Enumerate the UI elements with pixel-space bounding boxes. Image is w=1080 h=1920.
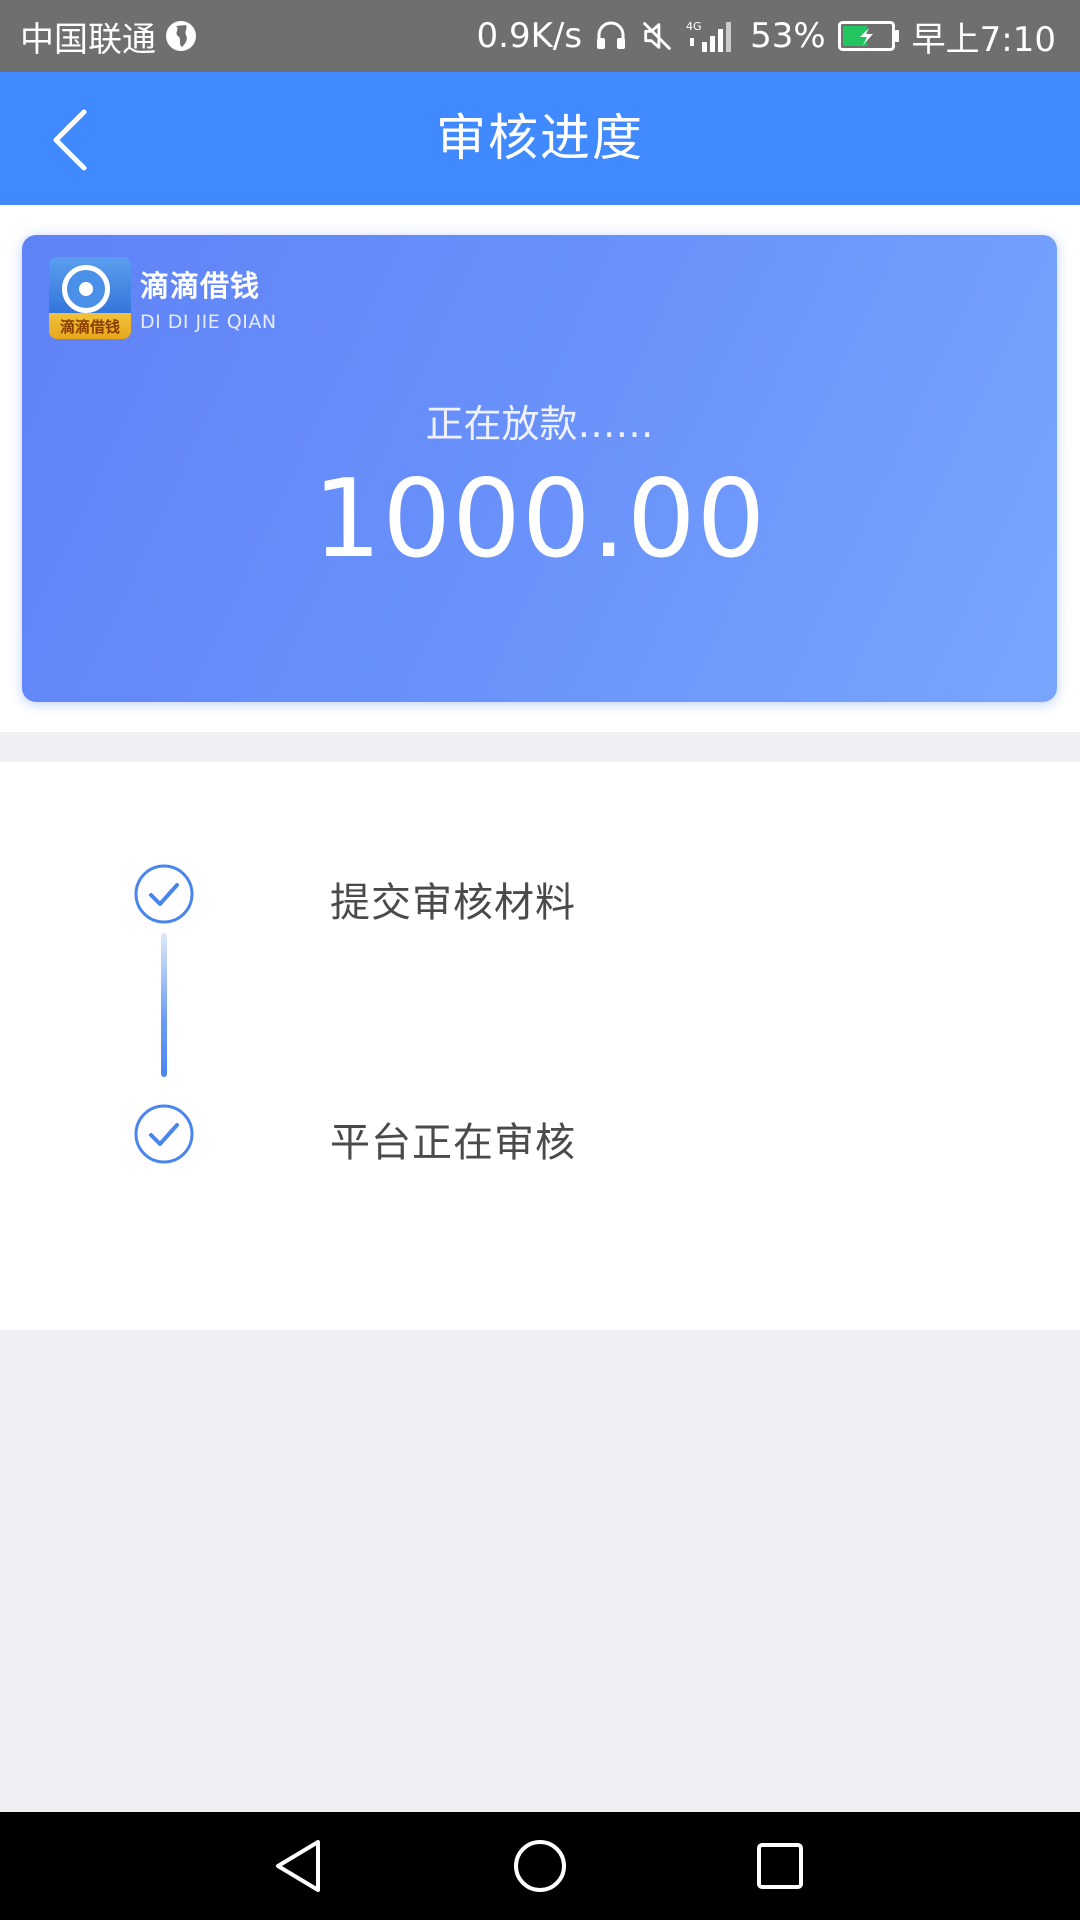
status-bar-right: 0.9K/s 4G 53% 早上7:10 [465, 0, 1056, 72]
brand-pinyin: DI DI JIE QIAN [140, 311, 277, 333]
loan-card: 滴滴借钱 滴滴借钱 DI DI JIE QIAN 正在放款…… 1000.00 [22, 235, 1057, 702]
battery-charging-icon [837, 21, 899, 51]
network-speed: 0.9K/s [476, 16, 583, 56]
nav-home-icon[interactable] [508, 1834, 572, 1898]
logo-ring-icon [62, 265, 110, 313]
back-button[interactable] [30, 100, 110, 180]
brand-name: 滴滴借钱 [140, 269, 261, 303]
title-bar: 审核进度 [0, 72, 1080, 205]
check-circle-icon [134, 1104, 194, 1164]
signal-4g-icon: 4G [686, 20, 732, 52]
status-bar: 中国联通 0.9K/s 4G 53% 早上7:10 [0, 0, 1080, 72]
brand-logo: 滴滴借钱 [49, 257, 131, 339]
headset-icon [597, 21, 626, 49]
nav-recent-icon[interactable] [748, 1834, 812, 1898]
carrier-name: 中国联通 [20, 19, 156, 60]
globe-icon [166, 21, 196, 51]
check-circle-icon [134, 864, 194, 924]
navigation-bar [0, 1812, 1080, 1920]
logo-text: 滴滴借钱 [59, 318, 120, 336]
svg-text:4G: 4G [686, 20, 702, 33]
loan-amount: 1000.00 [312, 457, 767, 582]
mute-icon [642, 21, 672, 51]
chevron-left-icon [53, 109, 87, 171]
review-progress: 提交审核材料 平台正在审核 [0, 762, 1080, 1330]
nav-back-icon[interactable] [268, 1834, 332, 1898]
battery-percent: 53% [750, 16, 826, 56]
step-label: 提交审核材料 [330, 880, 576, 926]
status-bar-left: 中国联通 [20, 0, 198, 72]
step-connector-line [161, 933, 167, 1077]
page-title: 审核进度 [436, 109, 644, 167]
loan-card-section: 滴滴借钱 滴滴借钱 DI DI JIE QIAN 正在放款…… 1000.00 [0, 205, 1080, 732]
loan-status-text: 正在放款…… [425, 402, 654, 446]
step-label: 平台正在审核 [330, 1120, 576, 1166]
clock: 早上7:10 [911, 19, 1056, 60]
